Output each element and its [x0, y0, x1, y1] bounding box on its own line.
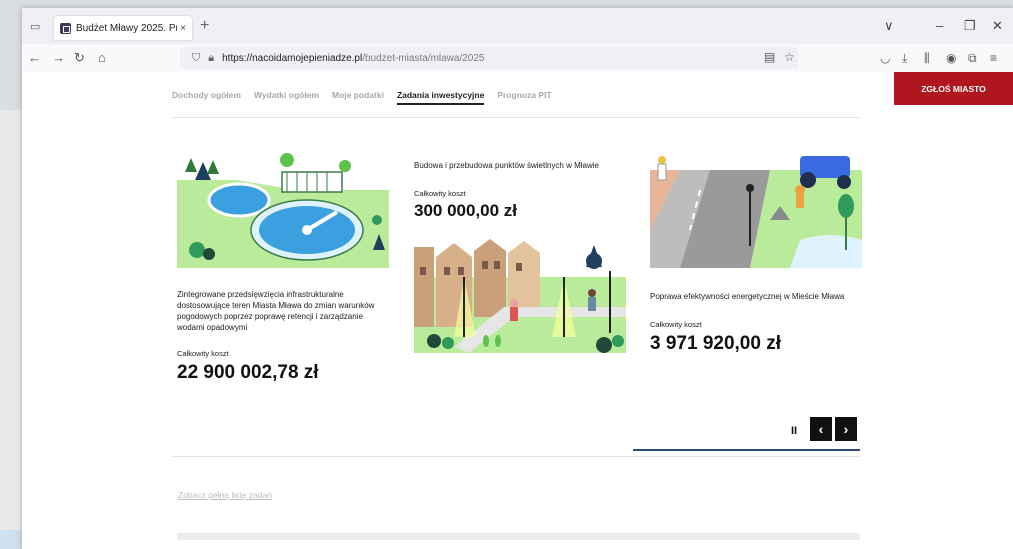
- retention-pond-illustration: [177, 153, 389, 268]
- menu-icon[interactable]: ≡: [990, 51, 997, 65]
- library-icon[interactable]: ⫼: [924, 51, 930, 66]
- new-tab-icon[interactable]: +: [200, 17, 209, 35]
- tab-list-icon[interactable]: ▭: [30, 20, 40, 33]
- card-3-amount: 3 971 920,00 zł: [650, 333, 781, 354]
- tab-prognoza-pit[interactable]: Prognoza PIT: [497, 90, 551, 105]
- card-3-title: Poprawa efektywności energetycznej w Mie…: [650, 292, 845, 301]
- tabs-dropdown-icon[interactable]: ∨: [884, 18, 894, 34]
- minimize-icon[interactable]: –: [936, 18, 943, 33]
- tab-bar: ▭ Budżet Mławy 2025. Prezentacja × + ∨ –…: [22, 8, 1013, 44]
- section-divider: [172, 456, 860, 457]
- tracking-protection-icon[interactable]: ⛉: [192, 52, 200, 65]
- navigation-bar: ← → ↻ ⌂ ⛉ 🔒︎ https://nacoidamojepieniadz…: [22, 44, 1013, 72]
- reader-view-icon[interactable]: ▤: [764, 50, 775, 64]
- account-icon[interactable]: ◉: [946, 51, 956, 65]
- tab-zadania-inwestycyjne[interactable]: Zadania inwestycyjne: [396, 90, 485, 105]
- url-host: https://nacoidamojepieniadze.pl: [222, 52, 363, 64]
- tab-wydatki[interactable]: Wydatki ogółem: [254, 90, 319, 105]
- extensions-icon[interactable]: ⧉: [968, 51, 977, 66]
- bookmark-star-icon[interactable]: ☆: [784, 50, 795, 64]
- carousel-pause-button[interactable]: II: [791, 425, 797, 437]
- energy-efficiency-illustration: [650, 156, 862, 268]
- tab-title: Budżet Mławy 2025. Prezentacja: [76, 22, 177, 34]
- address-bar[interactable]: ⛉ 🔒︎ https://nacoidamojepieniadze.pl/bud…: [180, 47, 798, 69]
- reload-icon[interactable]: ↻: [74, 50, 85, 66]
- page-content: Dochody ogółem Wydatki ogółem Moje podat…: [22, 72, 1013, 549]
- card-1-amount: 22 900 002,78 zł: [177, 362, 319, 383]
- full-task-list-link[interactable]: Zobacz pełną listę zadań: [178, 490, 272, 500]
- bottom-placeholder-bar: [177, 533, 860, 540]
- tab-moje-podatki[interactable]: Moje podatki: [332, 90, 384, 105]
- close-tab-icon[interactable]: ×: [180, 23, 186, 34]
- carousel-next-button[interactable]: ›: [835, 417, 857, 441]
- pocket-icon[interactable]: ◡: [880, 51, 890, 65]
- tabs-divider: [172, 117, 860, 118]
- site-favicon-icon: [60, 22, 71, 34]
- url-path: /budzet-miasta/mlawa/2025: [362, 52, 485, 64]
- street-lights-illustration: [414, 239, 626, 353]
- card-2-amount: 300 000,00 zł: [414, 201, 518, 220]
- home-icon[interactable]: ⌂: [98, 50, 106, 65]
- report-city-button[interactable]: ZGŁOŚ MIASTO: [894, 72, 1013, 105]
- carousel-progress-indicator: [633, 449, 860, 451]
- card-1-title: Zintegrowane przedsięwzięcia infrastrukt…: [177, 290, 375, 332]
- investment-card-3[interactable]: Poprawa efektywności energetycznej w Mie…: [650, 150, 862, 355]
- investment-card-2[interactable]: Budowa i przebudowa punktów świetlnych w…: [414, 160, 626, 358]
- investment-card-1[interactable]: Zintegrowane przedsięwzięcia infrastrukt…: [177, 150, 389, 384]
- card-2-cost-label: Całkowity koszt: [414, 189, 466, 198]
- lock-icon[interactable]: 🔒︎: [208, 52, 214, 65]
- download-icon[interactable]: ⤓: [902, 51, 907, 66]
- back-icon[interactable]: ←: [28, 50, 41, 65]
- section-tabs: Dochody ogółem Wydatki ogółem Moje podat…: [172, 90, 552, 105]
- forward-icon[interactable]: →: [52, 50, 65, 65]
- tab-dochody[interactable]: Dochody ogółem: [172, 90, 241, 105]
- card-2-title: Budowa i przebudowa punktów świetlnych w…: [414, 161, 599, 170]
- carousel-prev-button[interactable]: ‹: [810, 417, 832, 441]
- close-window-icon[interactable]: ✕: [992, 18, 1003, 34]
- card-3-cost-label: Całkowity koszt: [650, 320, 702, 329]
- browser-tab[interactable]: Budżet Mławy 2025. Prezentacja ×: [54, 16, 192, 40]
- browser-window: ▭ Budżet Mławy 2025. Prezentacja × + ∨ –…: [22, 8, 1013, 549]
- card-1-cost-label: Całkowity koszt: [177, 349, 229, 358]
- restore-icon[interactable]: ❐: [964, 18, 976, 34]
- background-window-edge: [0, 110, 22, 549]
